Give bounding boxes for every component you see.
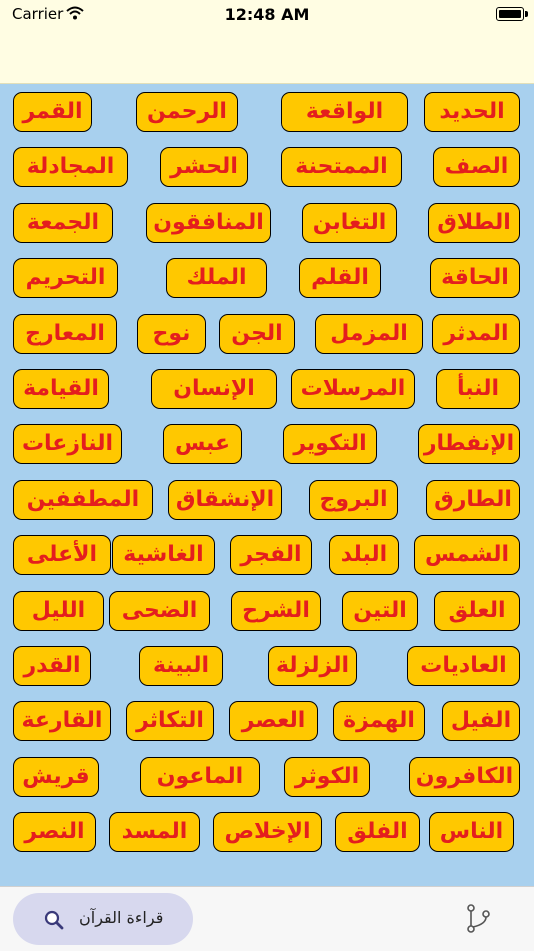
surah-button[interactable]: الحاقة xyxy=(430,258,520,299)
surah-button[interactable]: العلق xyxy=(434,590,520,631)
surah-button[interactable]: القمر xyxy=(13,92,92,132)
surah-button[interactable]: الواقعة xyxy=(281,92,408,132)
surah-button[interactable]: الغاشية xyxy=(112,535,215,576)
surah-button[interactable]: البلد xyxy=(329,535,399,576)
surah-button[interactable]: الضحى xyxy=(109,590,210,631)
surah-button[interactable]: التكاثر xyxy=(126,701,214,742)
surah-grid: القمر الرحمن الواقعة الحديد المجادلة الحشر الم… xyxy=(0,84,534,886)
surah-button[interactable]: المنافقون xyxy=(146,202,271,243)
surah-button[interactable]: الفيل xyxy=(442,701,520,742)
status-time: 12:48 AM xyxy=(224,5,310,24)
bottom-toolbar: قراءة القرآن xyxy=(0,886,534,951)
surah-button[interactable]: الكافرون xyxy=(409,756,520,797)
surah-button[interactable]: التغابن xyxy=(302,202,397,243)
surah-button[interactable]: التكوير xyxy=(283,424,377,465)
surah-button[interactable]: الهمزة xyxy=(333,701,425,742)
surah-button[interactable]: الماعون xyxy=(140,756,260,797)
surah-button[interactable]: الفلق xyxy=(335,812,420,853)
search-icon xyxy=(43,909,65,935)
branch-icon[interactable] xyxy=(464,904,494,938)
surah-button[interactable]: الحشر xyxy=(160,147,248,188)
surah-button[interactable]: الناس xyxy=(429,812,514,853)
surah-button[interactable]: القارعة xyxy=(13,701,111,742)
surah-button[interactable]: المسد xyxy=(109,812,200,853)
read-quran-label: قراءة القرآن xyxy=(79,908,164,927)
surah-button[interactable]: الطلاق xyxy=(428,202,520,243)
surah-button[interactable]: نوح xyxy=(137,313,206,354)
header-bar xyxy=(0,28,534,84)
surah-button[interactable]: الشرح xyxy=(231,590,321,631)
surah-button[interactable]: النبأ xyxy=(436,369,520,409)
surah-button[interactable]: الزلزلة xyxy=(268,646,357,686)
read-quran-button[interactable]: قراءة القرآن xyxy=(13,893,193,945)
surah-button[interactable]: التين xyxy=(342,590,418,631)
surah-button[interactable]: الأعلى xyxy=(13,535,111,576)
surah-button[interactable]: الفجر xyxy=(230,535,312,576)
surah-button[interactable]: العاديات xyxy=(407,646,520,686)
surah-button[interactable]: الرحمن xyxy=(136,92,238,132)
surah-button[interactable]: البينة xyxy=(139,646,223,686)
surah-button[interactable]: الحديد xyxy=(424,92,520,132)
surah-button[interactable]: الإنسان xyxy=(151,369,277,409)
surah-button[interactable]: الإخلاص xyxy=(213,812,322,853)
surah-button[interactable]: القلم xyxy=(299,258,381,299)
surah-button[interactable]: العصر xyxy=(229,701,318,742)
surah-button[interactable]: الطارق xyxy=(426,479,520,520)
surah-button[interactable]: الشمس xyxy=(414,535,520,576)
surah-button[interactable]: قريش xyxy=(13,756,99,797)
surah-button[interactable]: الملك xyxy=(166,258,267,299)
surah-button[interactable]: التحريم xyxy=(13,258,118,299)
surah-button[interactable]: الكوثر xyxy=(284,756,370,797)
surah-button[interactable]: الإنفطار xyxy=(418,424,520,465)
surah-button[interactable]: المرسلات xyxy=(291,369,415,409)
surah-button[interactable]: المطففين xyxy=(13,479,153,520)
surah-button[interactable]: الجمعة xyxy=(13,202,113,243)
surah-button[interactable]: النصر xyxy=(13,812,96,853)
surah-button[interactable]: عبس xyxy=(163,424,242,465)
surah-button[interactable]: المزمل xyxy=(315,313,423,354)
surah-button[interactable]: المدثر xyxy=(432,313,520,354)
battery-icon xyxy=(496,7,528,21)
surah-button[interactable]: الإنشقاق xyxy=(168,479,282,520)
surah-button[interactable]: الجن xyxy=(219,313,295,354)
surah-button[interactable]: الصف xyxy=(433,147,520,188)
surah-button[interactable]: البروج xyxy=(309,479,398,520)
surah-button[interactable]: الممتحنة xyxy=(281,147,402,188)
surah-button[interactable]: القدر xyxy=(13,646,91,686)
status-bar: Carrier 12:48 AM xyxy=(0,0,534,28)
surah-button[interactable]: المعارج xyxy=(13,313,117,354)
surah-button[interactable]: النازعات xyxy=(13,424,122,465)
surah-button[interactable]: القيامة xyxy=(13,369,109,409)
surah-button[interactable]: الليل xyxy=(13,590,104,631)
surah-button[interactable]: المجادلة xyxy=(13,147,128,188)
